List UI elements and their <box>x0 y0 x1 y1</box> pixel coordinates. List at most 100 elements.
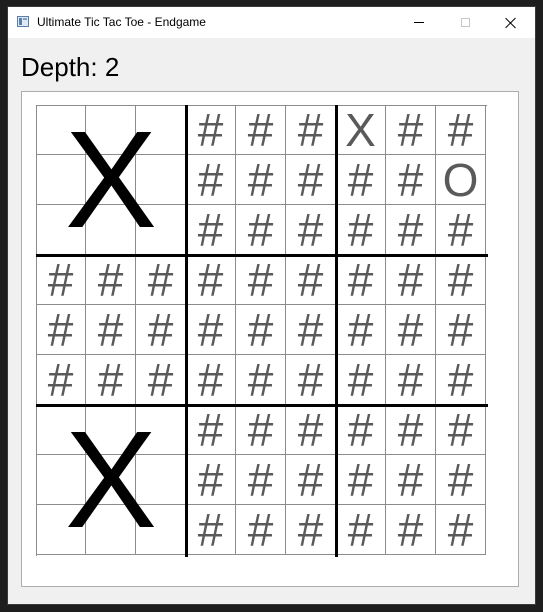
board-cell[interactable] <box>36 205 86 255</box>
board-cell[interactable]: # <box>236 455 286 505</box>
board-cell[interactable] <box>136 205 186 255</box>
board-cell[interactable]: # <box>86 255 136 305</box>
board-cell[interactable]: # <box>136 305 186 355</box>
subboard: # # # # # # # # # <box>336 405 486 555</box>
subboard: # # # # # # # # # <box>186 405 336 555</box>
board-cell[interactable]: # <box>436 355 486 405</box>
board-cell[interactable]: # <box>286 205 336 255</box>
board-cell[interactable]: # <box>236 205 286 255</box>
minimize-button[interactable] <box>396 7 442 38</box>
board-cell[interactable]: # <box>336 155 386 205</box>
board-cell[interactable] <box>36 155 86 205</box>
board-cell[interactable]: # <box>286 405 336 455</box>
board-cell[interactable]: # <box>436 455 486 505</box>
board-cell[interactable] <box>86 405 136 455</box>
close-button[interactable] <box>488 7 534 38</box>
ultimate-board: X # # # # # # # # # X # # # # O # # # # # # # # # # # # # # # # # # # # # # # #… <box>36 105 486 555</box>
board-cell[interactable]: # <box>386 455 436 505</box>
board-cell[interactable]: # <box>386 305 436 355</box>
board-cell[interactable]: # <box>236 305 286 355</box>
board-cell[interactable]: # <box>36 355 86 405</box>
title-bar[interactable]: Ultimate Tic Tac Toe - Endgame <box>8 7 535 38</box>
board-cell[interactable]: # <box>186 155 236 205</box>
board-cell[interactable]: # <box>236 505 286 555</box>
board-cell[interactable]: # <box>286 255 336 305</box>
board-cell[interactable]: # <box>186 305 236 355</box>
board-cell[interactable]: # <box>186 455 236 505</box>
board-cell[interactable]: # <box>236 255 286 305</box>
board-cell[interactable] <box>136 455 186 505</box>
board-cell[interactable]: # <box>36 255 86 305</box>
board-cell[interactable]: # <box>136 255 186 305</box>
subboard: X <box>36 405 186 555</box>
board-cell[interactable]: # <box>186 205 236 255</box>
depth-label: Depth: 2 <box>21 52 120 82</box>
board-cell[interactable]: # <box>336 405 386 455</box>
board-cell[interactable] <box>36 405 86 455</box>
board-cell[interactable]: # <box>286 105 336 155</box>
board-cell[interactable]: # <box>186 355 236 405</box>
board-cell[interactable]: # <box>286 155 336 205</box>
subboard: X # # # # O # # # <box>336 105 486 255</box>
board-cell[interactable] <box>86 155 136 205</box>
board-cell[interactable]: # <box>386 105 436 155</box>
board-cell[interactable] <box>136 155 186 205</box>
subboard: X <box>36 105 186 255</box>
minimize-icon <box>414 22 424 23</box>
board-cell[interactable]: # <box>186 105 236 155</box>
board-cell[interactable]: # <box>186 255 236 305</box>
board-cell[interactable]: # <box>286 455 336 505</box>
board-cell[interactable]: # <box>236 105 286 155</box>
board-cell[interactable]: # <box>386 255 436 305</box>
board-cell[interactable]: # <box>436 105 486 155</box>
board-cell[interactable]: # <box>436 505 486 555</box>
board-cell[interactable]: # <box>336 355 386 405</box>
maximize-button[interactable] <box>442 7 488 38</box>
board-cell[interactable]: X <box>336 105 386 155</box>
board-cell[interactable] <box>136 505 186 555</box>
board-cell[interactable]: # <box>336 455 386 505</box>
board-cell[interactable]: # <box>386 155 436 205</box>
board-cell[interactable]: # <box>386 205 436 255</box>
subboard: # # # # # # # # # <box>186 255 336 405</box>
board-cell[interactable]: # <box>286 305 336 355</box>
board-cell[interactable] <box>86 455 136 505</box>
board-cell[interactable]: # <box>436 205 486 255</box>
board-cell[interactable]: # <box>286 505 336 555</box>
app-window-icon <box>17 16 29 27</box>
board-cell[interactable] <box>36 105 86 155</box>
board-cell[interactable]: O <box>436 155 486 205</box>
board-cell[interactable]: # <box>136 355 186 405</box>
board-cell[interactable] <box>136 105 186 155</box>
board-cell[interactable] <box>86 205 136 255</box>
board-cell[interactable]: # <box>236 355 286 405</box>
board-cell[interactable]: # <box>236 155 286 205</box>
board-cell[interactable]: # <box>386 405 436 455</box>
board-cell[interactable] <box>36 455 86 505</box>
board-cell[interactable]: # <box>86 355 136 405</box>
board-cell[interactable] <box>86 105 136 155</box>
subboard: # # # # # # # # # <box>36 255 186 405</box>
board-cell[interactable]: # <box>336 505 386 555</box>
board-cell[interactable] <box>86 505 136 555</box>
board-cell[interactable]: # <box>386 505 436 555</box>
board-cell[interactable]: # <box>186 405 236 455</box>
board-cell[interactable]: # <box>186 505 236 555</box>
close-icon <box>505 17 517 29</box>
board-cell[interactable]: # <box>236 405 286 455</box>
board-cell[interactable]: # <box>286 355 336 405</box>
board-cell[interactable] <box>136 405 186 455</box>
window-title: Ultimate Tic Tac Toe - Endgame <box>37 15 206 29</box>
maximize-icon <box>460 18 470 27</box>
board-cell[interactable] <box>36 505 86 555</box>
board-cell[interactable]: # <box>436 305 486 355</box>
board-cell[interactable]: # <box>436 255 486 305</box>
board-cell[interactable]: # <box>336 205 386 255</box>
board-cell[interactable]: # <box>386 355 436 405</box>
board-cell[interactable]: # <box>336 255 386 305</box>
subboard: # # # # # # # # # <box>336 255 486 405</box>
board-cell[interactable]: # <box>36 305 86 355</box>
board-cell[interactable]: # <box>336 305 386 355</box>
board-cell[interactable]: # <box>436 405 486 455</box>
board-cell[interactable]: # <box>86 305 136 355</box>
